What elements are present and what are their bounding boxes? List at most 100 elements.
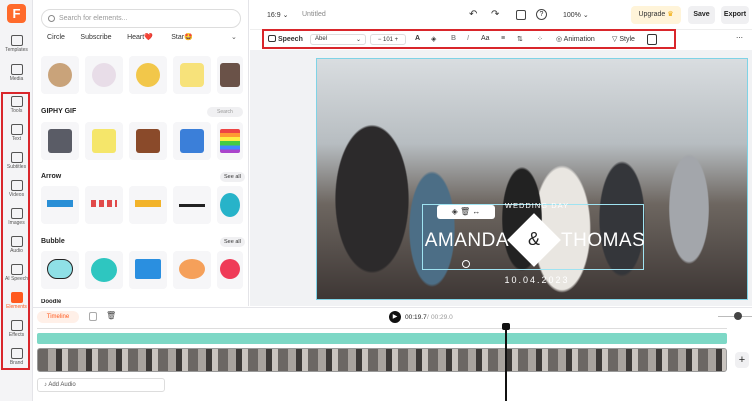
flip-icon[interactable]: ↔ — [472, 207, 480, 216]
rail-item-effects[interactable]: Effects — [0, 318, 33, 346]
arrow-tile[interactable] — [85, 186, 123, 224]
gif-tile[interactable] — [85, 122, 123, 160]
gif-tile[interactable] — [217, 122, 243, 160]
video-preview[interactable]: ◈ 🗑 ↔ WEDDING DAY AMANDA & THOMAS 10.04.… — [316, 58, 748, 300]
speech-bubble-icon — [91, 258, 117, 282]
italic-icon[interactable]: I — [467, 35, 469, 42]
sticker-tile[interactable] — [173, 56, 211, 94]
edit-icon[interactable] — [647, 34, 657, 45]
rail-item-templates[interactable]: Templates — [0, 33, 33, 61]
giphy-search-input[interactable]: Search — [207, 107, 243, 117]
export-button[interactable]: Export — [721, 6, 749, 24]
bubble-see-all-button[interactable]: See all — [220, 237, 245, 247]
gif-tile[interactable] — [41, 122, 79, 160]
rail-item-brand[interactable]: Brand — [0, 346, 33, 374]
bubble-tile[interactable] — [129, 251, 167, 289]
rail-item-audio[interactable]: Audio — [0, 234, 33, 262]
bubble-tile[interactable] — [85, 251, 123, 289]
text-case-icon[interactable]: Aa — [481, 35, 490, 42]
screenshot-icon[interactable] — [516, 10, 526, 20]
bubble-tile[interactable] — [41, 251, 79, 289]
audio-icon — [10, 236, 23, 247]
more-options-icon[interactable]: ⋯ — [736, 34, 743, 42]
crown-icon: ♛ — [667, 11, 674, 18]
speech-button[interactable]: Speech — [268, 35, 303, 43]
sticker-tile[interactable] — [85, 56, 123, 94]
rail-item-videos[interactable]: Videos — [0, 178, 33, 206]
style-button[interactable]: ▽ Style — [612, 35, 635, 43]
app-logo[interactable]: F — [7, 4, 26, 23]
align-icon[interactable]: ≡ — [501, 35, 505, 42]
elements-icon — [10, 292, 23, 303]
text-color-icon[interactable]: A — [415, 35, 420, 42]
effects-icon[interactable]: ⁘ — [537, 35, 543, 43]
video-track-clip[interactable] — [37, 348, 727, 372]
chip-circle[interactable]: Circle — [39, 31, 73, 44]
chip-subscribe[interactable]: Subscribe — [77, 31, 115, 44]
date-text[interactable]: 10.04.2023 — [497, 275, 577, 285]
play-button[interactable]: ▶ — [389, 311, 401, 323]
add-audio-button[interactable]: ♪ Add Audio — [37, 378, 165, 392]
redo-icon[interactable]: ↷ — [491, 9, 499, 20]
animation-button[interactable]: ◎ Animation — [556, 35, 595, 43]
tools-icon — [10, 96, 23, 107]
upgrade-button[interactable]: Upgrade ♛ — [631, 6, 681, 24]
rail-item-elements[interactable]: Elements — [0, 290, 33, 318]
delete-icon[interactable]: 🗑 — [106, 311, 116, 320]
arrow-see-all-button[interactable]: See all — [220, 172, 245, 182]
help-icon[interactable]: ? — [536, 9, 547, 20]
chevron-down-icon[interactable]: ⌄ — [231, 33, 237, 41]
animation-icon: ◎ — [556, 36, 563, 43]
wedding-day-text[interactable]: WEDDING DAY — [497, 201, 577, 210]
chip-heart[interactable]: Heart❤️ — [121, 31, 159, 44]
elements-search-input[interactable]: Search for elements... — [41, 9, 241, 28]
arrow-tile[interactable] — [41, 186, 79, 224]
zoom-slider-handle[interactable] — [734, 312, 742, 320]
add-clip-button[interactable]: + — [735, 352, 749, 368]
giphy-section-title: GIPHY GIF — [41, 108, 77, 115]
sticker-tile[interactable] — [41, 56, 79, 94]
font-select[interactable]: Abel ⌄ — [310, 34, 366, 45]
name-right-text[interactable]: THOMAS — [561, 230, 651, 252]
arrow-tile[interactable] — [173, 186, 211, 224]
left-rail: F Templates Media Tools Text Subtitles V… — [0, 0, 33, 401]
rail-item-images[interactable]: Images — [0, 206, 33, 234]
rail-item-media[interactable]: Media — [0, 62, 33, 90]
rail-item-tools[interactable]: Tools — [0, 94, 33, 122]
ruler-line — [37, 328, 727, 329]
bubble-tile[interactable] — [217, 251, 243, 289]
arrow-section-title: Arrow — [41, 173, 62, 180]
font-size-stepper[interactable]: − 101 + — [370, 34, 406, 45]
layers-icon[interactable]: ◈ — [452, 207, 458, 216]
highlight-icon[interactable]: ◈ — [431, 35, 436, 43]
zoom-select[interactable]: 100% ⌄ — [563, 11, 589, 19]
rail-item-text[interactable]: Text — [0, 122, 33, 150]
rail-item-subtitles[interactable]: Subtitles — [0, 150, 33, 178]
chip-star[interactable]: Star🤩 — [163, 31, 201, 44]
timeline-toggle[interactable]: Timeline — [37, 311, 79, 323]
bold-icon[interactable]: B — [451, 35, 456, 42]
text-track-clip[interactable] — [37, 333, 727, 344]
gif-tile[interactable] — [173, 122, 211, 160]
search-icon — [48, 15, 55, 22]
speech-bubble-icon — [135, 259, 161, 279]
name-left-text[interactable]: AMANDA — [423, 230, 509, 252]
rail-item-ai-speech[interactable]: AI Speech — [0, 262, 33, 290]
arrow-tile[interactable] — [217, 186, 243, 224]
playhead-handle[interactable] — [502, 323, 510, 330]
project-title[interactable]: Untitled — [302, 11, 326, 18]
spacing-icon[interactable]: ⇅ — [517, 35, 523, 43]
gif-tile[interactable] — [129, 122, 167, 160]
split-icon[interactable] — [89, 312, 97, 321]
sticker-tile[interactable] — [129, 56, 167, 94]
playhead[interactable] — [505, 323, 507, 401]
save-button[interactable]: Save — [688, 6, 715, 24]
arrow-tile[interactable] — [129, 186, 167, 224]
delete-icon[interactable]: 🗑 — [460, 207, 470, 216]
aspect-ratio-select[interactable]: 16:9 ⌄ — [267, 11, 288, 19]
sticker-tile[interactable] — [217, 56, 243, 94]
speech-icon — [268, 35, 276, 42]
undo-icon[interactable]: ↶ — [469, 9, 477, 20]
bubble-tile[interactable] — [173, 251, 211, 289]
rotate-handle-icon[interactable] — [462, 260, 470, 268]
